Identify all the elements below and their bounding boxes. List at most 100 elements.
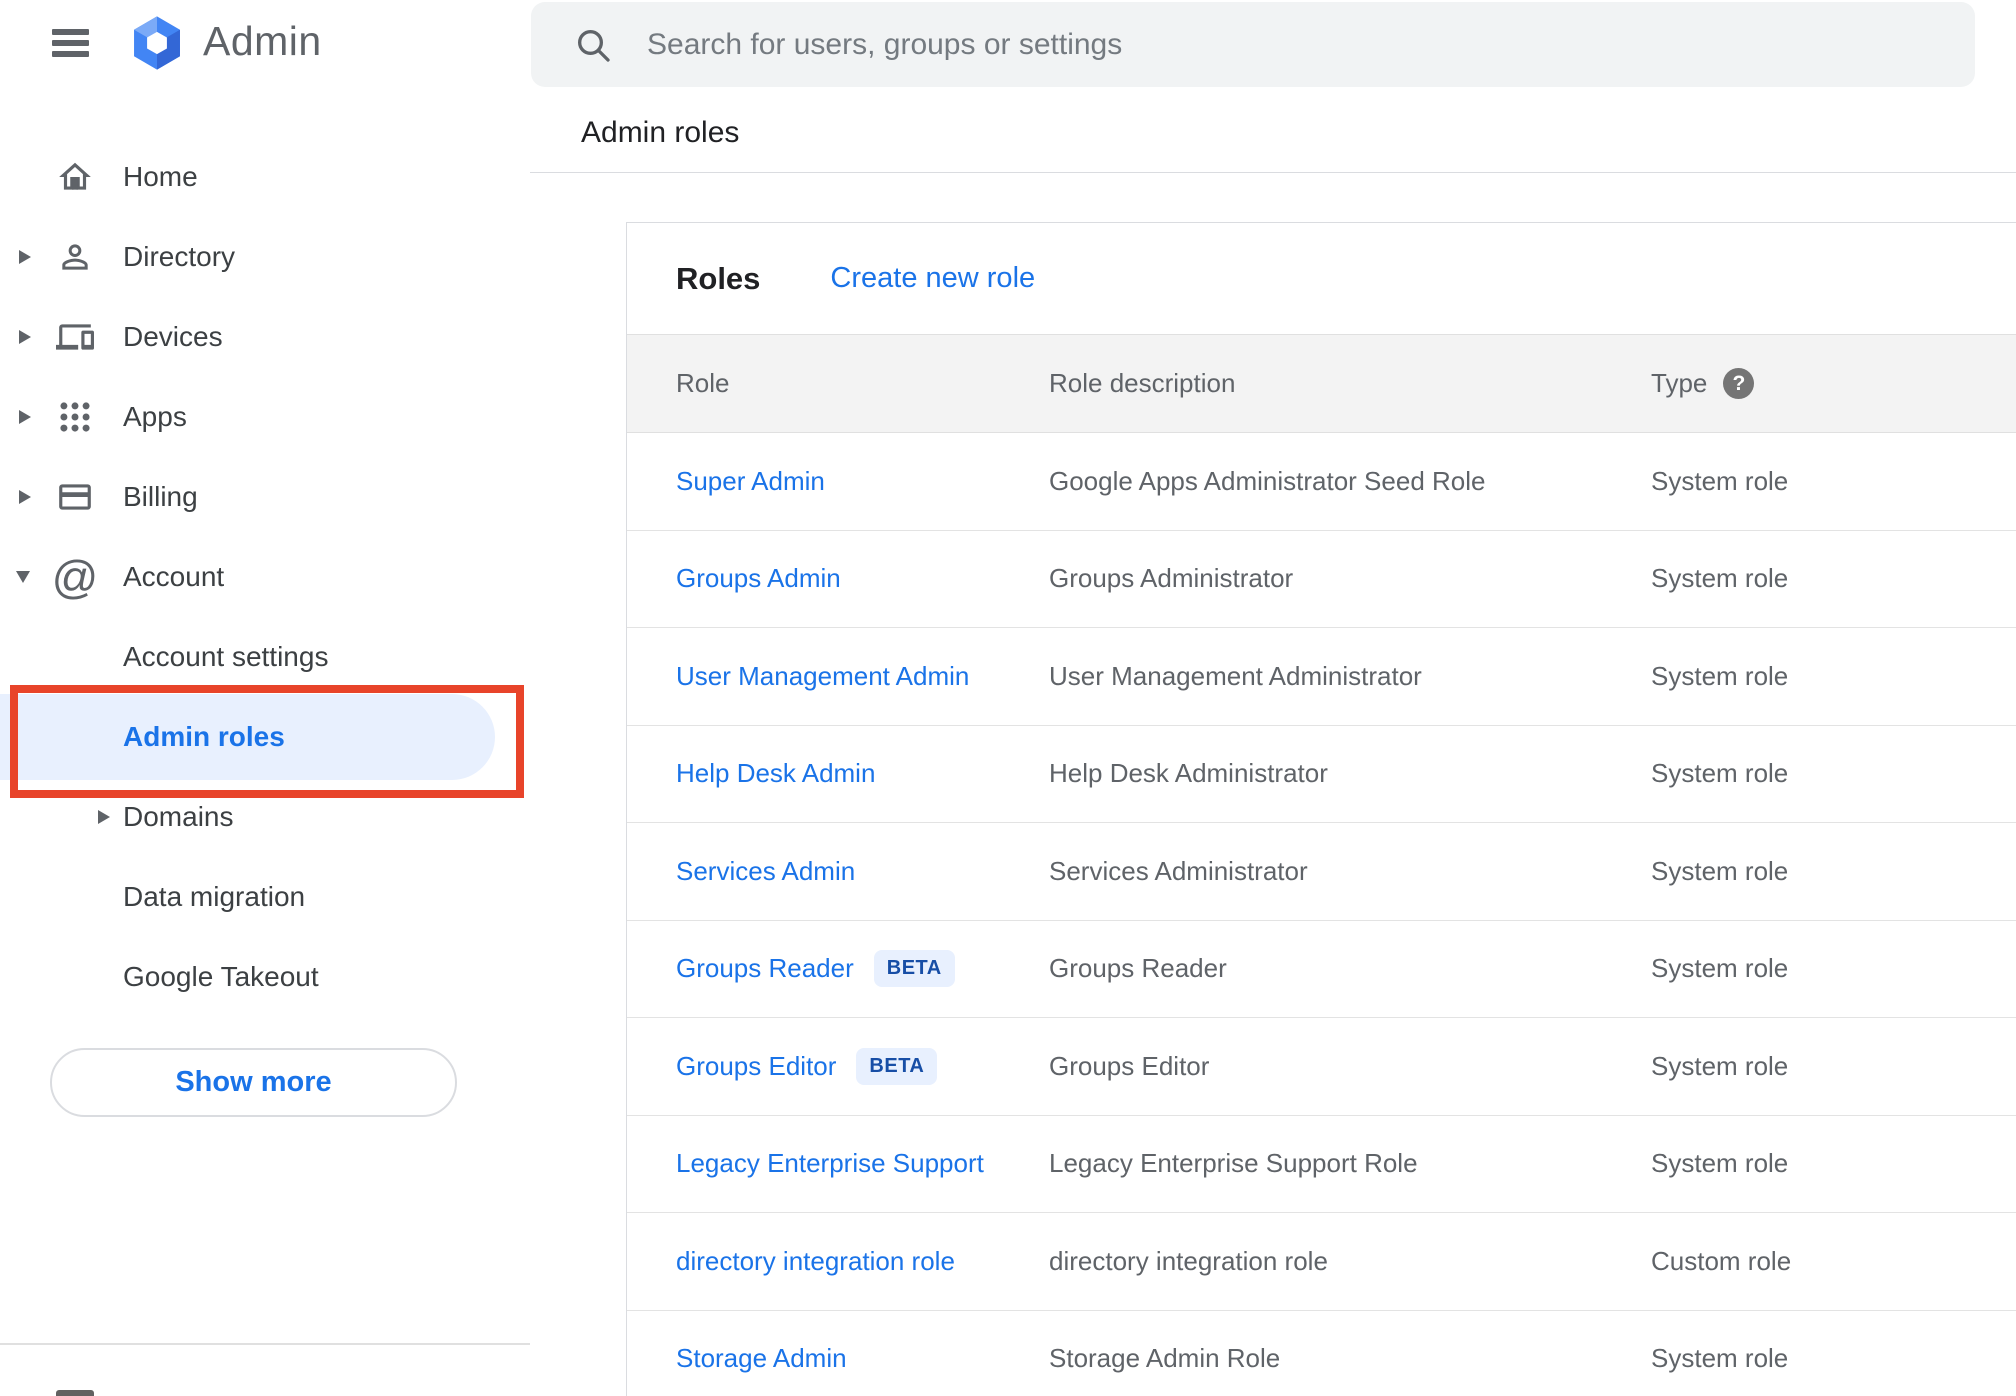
sidebar-item-data-migration[interactable]: Data migration bbox=[0, 857, 530, 937]
table-row: User Management Admin User Management Ad… bbox=[627, 628, 2016, 726]
collapse-arrow-icon[interactable] bbox=[16, 571, 30, 583]
role-description: User Management Administrator bbox=[1049, 660, 1422, 691]
table-row: Groups Admin Groups Administrator System… bbox=[627, 531, 2016, 628]
home-icon bbox=[55, 157, 95, 197]
role-link[interactable]: Legacy Enterprise Support bbox=[676, 1148, 984, 1179]
admin-console-page: Admin Home Directory Devices Apps Billin… bbox=[0, 0, 2016, 1396]
sidebar-item-account[interactable]: @ Account bbox=[0, 537, 530, 617]
expand-arrow-icon[interactable] bbox=[19, 410, 31, 424]
search-icon bbox=[578, 29, 610, 62]
role-link[interactable]: Help Desk Admin bbox=[676, 758, 875, 789]
sidebar-item-home[interactable]: Home bbox=[0, 137, 530, 217]
show-more-button[interactable]: Show more bbox=[50, 1048, 457, 1117]
role-type: System role bbox=[1651, 758, 1789, 789]
table-row: Legacy Enterprise Support Legacy Enterpr… bbox=[627, 1116, 2016, 1213]
sidebar-item-domains[interactable]: Domains bbox=[0, 777, 530, 857]
table-row: Help Desk Admin Help Desk Administrator … bbox=[627, 726, 2016, 823]
table-body: Super Admin Google Apps Administrator Se… bbox=[627, 433, 2016, 1396]
expand-arrow-icon[interactable] bbox=[19, 330, 31, 344]
sidebar-item-label: Account settings bbox=[123, 641, 329, 672]
role-type: System role bbox=[1651, 953, 1789, 984]
apps-grid-icon bbox=[55, 397, 95, 437]
menu-hamburger-icon[interactable] bbox=[52, 29, 89, 57]
sidebar-item-apps[interactable]: Apps bbox=[0, 377, 530, 457]
expand-arrow-icon[interactable] bbox=[19, 250, 31, 264]
role-description: Legacy Enterprise Support Role bbox=[1049, 1148, 1418, 1179]
role-link[interactable]: Groups Reader bbox=[676, 953, 854, 984]
sidebar-item-label: Google Takeout bbox=[123, 961, 319, 992]
column-header-description: Role description bbox=[1049, 368, 1236, 398]
role-link[interactable]: Groups Editor bbox=[676, 1051, 836, 1082]
table-row: Groups Reader BETA Groups Reader System … bbox=[627, 921, 2016, 1018]
column-header-role: Role bbox=[676, 368, 730, 398]
roles-card-header: Roles Create new role bbox=[627, 223, 2016, 334]
roles-card: Roles Create new role Role Role descript… bbox=[626, 222, 2016, 1396]
table-header-row: Role Role description Type ? bbox=[627, 334, 2016, 433]
sidebar-item-label: Directory bbox=[123, 241, 236, 272]
sidebar-item-label: Account bbox=[123, 561, 225, 592]
role-link[interactable]: directory integration role bbox=[676, 1246, 955, 1277]
table-row: Super Admin Google Apps Administrator Se… bbox=[627, 433, 2016, 531]
role-type: System role bbox=[1651, 1148, 1789, 1179]
help-icon[interactable]: ? bbox=[1723, 368, 1755, 399]
sidebar-item-label: Home bbox=[123, 161, 198, 192]
role-type: Custom role bbox=[1651, 1245, 1792, 1276]
breadcrumb: Admin roles bbox=[581, 116, 740, 149]
product-title: Admin bbox=[203, 18, 322, 64]
sidebar: Admin Home Directory Devices Apps Billin… bbox=[0, 0, 530, 1396]
expand-arrow-icon[interactable] bbox=[98, 810, 110, 824]
sidebar-item-label: Apps bbox=[123, 401, 187, 432]
table-row: Groups Editor BETA Groups Editor System … bbox=[627, 1018, 2016, 1116]
role-description: Groups Reader bbox=[1049, 953, 1227, 984]
role-description: directory integration role bbox=[1049, 1245, 1328, 1276]
partially-visible-bottom-icon bbox=[56, 1390, 94, 1396]
header-divider bbox=[530, 172, 2016, 173]
role-description: Groups Administrator bbox=[1049, 563, 1294, 594]
role-description: Help Desk Administrator bbox=[1049, 758, 1328, 789]
role-type: System role bbox=[1651, 563, 1789, 594]
column-header-type: Type ? bbox=[1651, 368, 2016, 399]
sidebar-item-billing[interactable]: Billing bbox=[0, 457, 530, 537]
sidebar-item-label: Billing bbox=[123, 481, 198, 512]
table-row: directory integration role directory int… bbox=[627, 1213, 2016, 1311]
table-row: Storage Admin Storage Admin Role System … bbox=[627, 1311, 2016, 1396]
role-type: System role bbox=[1651, 1343, 1789, 1374]
sidebar-item-account-settings[interactable]: Account settings bbox=[0, 617, 530, 697]
create-new-role-link[interactable]: Create new role bbox=[830, 262, 1035, 295]
role-type: System role bbox=[1651, 465, 1789, 496]
credit-card-icon bbox=[55, 477, 95, 517]
role-type: System role bbox=[1651, 1050, 1789, 1081]
search-input[interactable]: Search for users, groups or settings bbox=[531, 2, 1975, 87]
sidebar-item-label: Devices bbox=[123, 321, 223, 352]
brand-bar: Admin bbox=[0, 0, 530, 90]
role-description: Services Administrator bbox=[1049, 855, 1308, 886]
sidebar-item-label: Admin roles bbox=[123, 721, 285, 752]
sidebar-item-label: Data migration bbox=[123, 881, 306, 912]
sidebar-nav: Home Directory Devices Apps Billing @ Ac… bbox=[0, 137, 530, 1017]
sidebar-item-devices[interactable]: Devices bbox=[0, 297, 530, 377]
card-title: Roles bbox=[676, 260, 761, 296]
role-description: Google Apps Administrator Seed Role bbox=[1049, 465, 1486, 496]
role-type: System role bbox=[1651, 855, 1789, 886]
sidebar-item-google-takeout[interactable]: Google Takeout bbox=[0, 937, 530, 1017]
role-link[interactable]: Storage Admin bbox=[676, 1343, 847, 1374]
role-link[interactable]: Services Admin bbox=[676, 856, 855, 887]
beta-badge: BETA bbox=[856, 1047, 938, 1085]
sidebar-item-directory[interactable]: Directory bbox=[0, 217, 530, 297]
role-type: System role bbox=[1651, 660, 1789, 691]
expand-arrow-icon[interactable] bbox=[19, 490, 31, 504]
sidebar-item-admin-roles[interactable]: Admin roles bbox=[0, 694, 530, 780]
column-header-type-label: Type bbox=[1651, 368, 1708, 398]
person-icon bbox=[55, 237, 95, 277]
role-description: Storage Admin Role bbox=[1049, 1343, 1281, 1374]
at-icon: @ bbox=[51, 551, 99, 603]
google-admin-logo-icon bbox=[134, 16, 180, 70]
role-link[interactable]: Super Admin bbox=[676, 466, 825, 497]
beta-badge: BETA bbox=[873, 950, 955, 988]
table-row: Services Admin Services Administrator Sy… bbox=[627, 823, 2016, 921]
search-placeholder: Search for users, groups or settings bbox=[647, 27, 1123, 61]
role-description: Groups Editor bbox=[1049, 1050, 1210, 1081]
role-link[interactable]: User Management Admin bbox=[676, 661, 969, 692]
role-link[interactable]: Groups Admin bbox=[676, 563, 841, 594]
devices-icon bbox=[55, 317, 95, 357]
